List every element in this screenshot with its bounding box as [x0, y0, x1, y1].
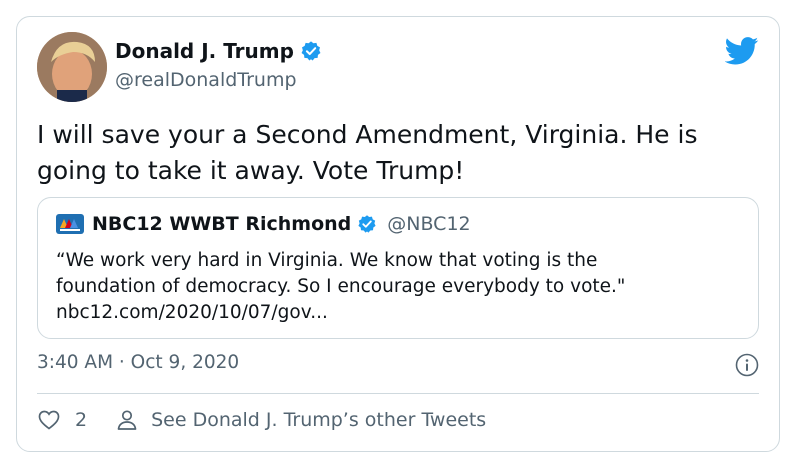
- avatar[interactable]: [37, 32, 107, 102]
- like-button[interactable]: 2: [37, 408, 115, 432]
- action-bar: 2 See Donald J. Trump’s other Tweets: [37, 408, 486, 432]
- like-count: 2: [75, 409, 88, 431]
- tweet-timestamp[interactable]: 3:40 AM · Oct 9, 2020: [37, 352, 239, 373]
- nbc12-logo-icon: [56, 214, 84, 234]
- author-handle[interactable]: @realDonaldTrump: [115, 69, 297, 91]
- author-name[interactable]: Donald J. Trump: [115, 39, 294, 63]
- heart-icon: [38, 410, 60, 430]
- other-tweets-label: See Donald J. Trump’s other Tweets: [151, 409, 487, 431]
- quoted-text: “We work very hard in Virginia. We know …: [56, 248, 736, 326]
- twitter-bird-icon[interactable]: [725, 37, 759, 65]
- author-row: Donald J. Trump: [115, 39, 322, 63]
- quoted-author-name[interactable]: NBC12 WWBT Richmond: [92, 213, 351, 235]
- avatar-image: [37, 32, 107, 102]
- verified-badge-icon: [301, 41, 321, 61]
- quoted-author-handle[interactable]: @NBC12: [387, 213, 470, 235]
- tweet-card[interactable]: Donald J. Trump @realDonaldTrump I will …: [16, 16, 780, 452]
- quoted-tweet[interactable]: NBC12 WWBT Richmond @NBC12 “We work very…: [37, 197, 759, 339]
- quoted-text-line: foundation of democracy. So I encourage …: [56, 276, 626, 297]
- other-tweets-link[interactable]: See Donald J. Trump’s other Tweets: [115, 408, 486, 432]
- quoted-header: NBC12 WWBT Richmond @NBC12: [56, 212, 471, 236]
- tweet-text: I will save your a Second Amendment, Vir…: [37, 120, 698, 185]
- quoted-text-line: “We work very hard in Virginia. We know …: [56, 250, 598, 271]
- person-icon: [117, 410, 137, 430]
- divider: [37, 393, 759, 394]
- info-icon[interactable]: [735, 353, 759, 377]
- verified-badge-icon: [358, 215, 376, 233]
- quoted-link[interactable]: nbc12.com/2020/10/07/gov...: [56, 300, 736, 326]
